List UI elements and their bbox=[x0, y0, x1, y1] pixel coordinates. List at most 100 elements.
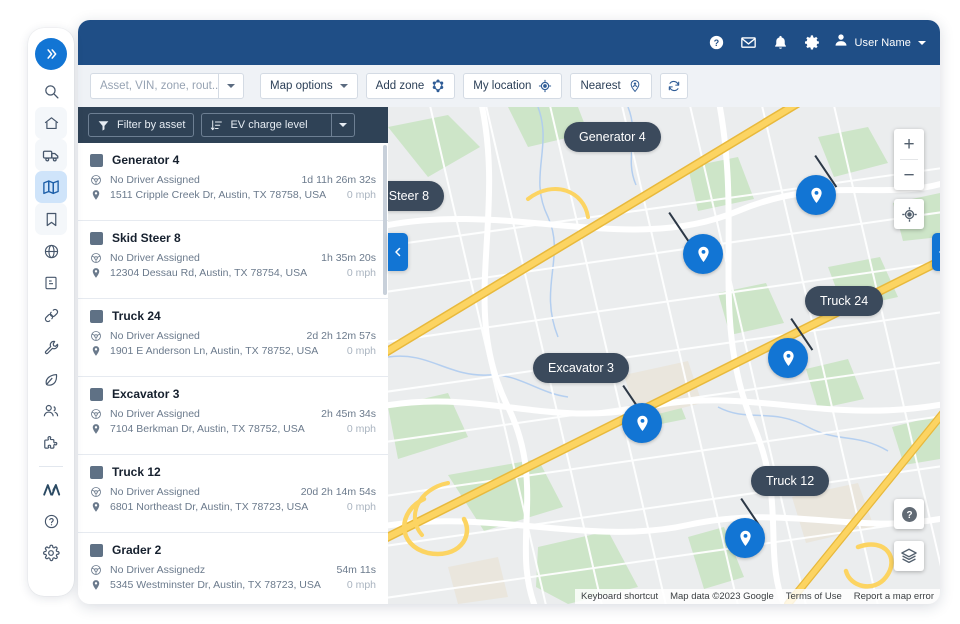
keyboard-shortcut-link[interactable]: Keyboard shortcut bbox=[575, 588, 665, 604]
person-pin-icon bbox=[628, 79, 642, 93]
list-item[interactable]: Skid Steer 8 No Driver Assigned 1h 35m 2… bbox=[78, 221, 388, 299]
driver-name: No Driver Assignedz bbox=[110, 564, 206, 576]
recenter-button[interactable] bbox=[894, 199, 924, 229]
map-layers-button[interactable] bbox=[894, 541, 924, 571]
asset-speed: 0 mph bbox=[346, 267, 376, 279]
report-map-error-link[interactable]: Report a map error bbox=[847, 588, 940, 604]
asset-list[interactable]: Generator 4 No Driver Assigned 1d 11h 26… bbox=[78, 143, 388, 604]
asset-address: 6801 Northeast Dr, Austin, TX 78723, USA bbox=[110, 501, 309, 513]
driver-name: No Driver Assigned bbox=[110, 252, 200, 264]
help-circle-icon[interactable]: ? bbox=[701, 28, 731, 58]
sort-by-button[interactable]: EV charge level bbox=[201, 113, 332, 137]
sidebar-item-drivers[interactable] bbox=[35, 395, 67, 427]
map-label[interactable]: Generator 4 bbox=[564, 122, 661, 152]
refresh-button[interactable] bbox=[659, 73, 688, 99]
sidebar-item-global[interactable] bbox=[35, 235, 67, 267]
search-dropdown-button[interactable] bbox=[218, 73, 244, 99]
search-input[interactable]: Asset, VIN, zone, rout... bbox=[90, 73, 221, 99]
map-canvas[interactable]: Generator 4 Skid Steer 8 Truck 24 Excava… bbox=[388, 107, 940, 604]
nearest-button[interactable]: Nearest bbox=[570, 73, 652, 99]
sidebar-item-sustainability[interactable] bbox=[35, 363, 67, 395]
map-pin-icon bbox=[90, 501, 105, 513]
steering-wheel-icon bbox=[90, 564, 105, 576]
asset-color-swatch bbox=[90, 387, 103, 401]
sidebar-item-help[interactable] bbox=[35, 505, 67, 537]
list-item[interactable]: Generator 4 No Driver Assigned 1d 11h 26… bbox=[78, 143, 388, 221]
asset-name: Truck 24 bbox=[112, 309, 161, 323]
sidebar-item-reports[interactable] bbox=[35, 267, 67, 299]
add-zone-label: Add zone bbox=[375, 80, 425, 92]
terms-of-use-link[interactable]: Terms of Use bbox=[779, 588, 848, 604]
filter-by-asset-button[interactable]: Filter by asset bbox=[88, 113, 195, 137]
map-help-button[interactable]: ? bbox=[894, 499, 924, 529]
steering-wheel-icon bbox=[90, 330, 105, 342]
asset-color-swatch bbox=[90, 465, 103, 479]
main-window: ? User Name Asset, VIN, zone, rout... Ma… bbox=[78, 20, 940, 604]
open-right-panel-button[interactable] bbox=[932, 233, 940, 271]
map-label[interactable]: Excavator 3 bbox=[533, 353, 630, 383]
asset-color-swatch bbox=[90, 309, 103, 323]
map-options-button[interactable]: Map options bbox=[260, 73, 358, 99]
app-root: ? User Name Asset, VIN, zone, rout... Ma… bbox=[0, 0, 960, 624]
sidebar-item-integrations[interactable] bbox=[35, 299, 67, 331]
driver-name: No Driver Assigned bbox=[110, 408, 200, 420]
map-marker[interactable] bbox=[796, 175, 836, 215]
bell-icon[interactable] bbox=[765, 28, 795, 58]
my-location-button[interactable]: My location bbox=[463, 73, 563, 99]
asset-speed: 0 mph bbox=[346, 345, 376, 357]
map-attribution: Keyboard shortcut Map data ©2023 Google … bbox=[388, 588, 940, 604]
map-options-label: Map options bbox=[270, 80, 333, 92]
steering-wheel-icon bbox=[90, 408, 105, 420]
map-pin-icon bbox=[90, 267, 105, 279]
asset-name: Grader 2 bbox=[112, 543, 162, 557]
list-item[interactable]: Truck 24 No Driver Assigned 2d 2h 12m 57… bbox=[78, 299, 388, 377]
asset-speed: 0 mph bbox=[346, 423, 376, 435]
user-menu[interactable]: User Name bbox=[833, 32, 926, 53]
list-item[interactable]: Excavator 3 No Driver Assigned 2h 45m 34… bbox=[78, 377, 388, 455]
add-zone-button[interactable]: Add zone bbox=[365, 73, 456, 99]
funnel-icon bbox=[97, 119, 110, 132]
sort-by-label: EV charge level bbox=[230, 119, 308, 131]
asset-color-swatch bbox=[90, 153, 103, 167]
list-item[interactable]: Grader 2 No Driver Assignedz 54m 11s 534… bbox=[78, 533, 388, 604]
map-label[interactable]: Truck 12 bbox=[751, 466, 830, 496]
sidebar-item-apps[interactable] bbox=[35, 427, 67, 459]
list-scrollbar[interactable] bbox=[383, 145, 387, 295]
avatar-icon bbox=[833, 32, 849, 53]
asset-speed: 0 mph bbox=[346, 501, 376, 513]
map-marker[interactable] bbox=[683, 234, 723, 274]
duration: 1d 11h 26m 32s bbox=[301, 174, 376, 186]
map-marker[interactable] bbox=[725, 518, 765, 558]
sidebar-item-bookmarks[interactable] bbox=[35, 203, 67, 235]
map-toolbar: Asset, VIN, zone, rout... Map options Ad… bbox=[78, 65, 940, 107]
sidebar-item-home[interactable] bbox=[35, 107, 67, 139]
chevron-down-icon[interactable] bbox=[918, 40, 926, 45]
gear-icon[interactable] bbox=[797, 28, 827, 58]
sidebar-item-search[interactable] bbox=[35, 75, 67, 107]
asset-color-swatch bbox=[90, 543, 103, 557]
chevron-down-icon bbox=[227, 84, 235, 88]
driver-name: No Driver Assigned bbox=[110, 486, 200, 498]
left-sidebar bbox=[28, 28, 74, 596]
collapse-list-panel-button[interactable] bbox=[388, 233, 408, 271]
sidebar-item-settings[interactable] bbox=[35, 537, 67, 569]
sidebar-item-map[interactable] bbox=[35, 171, 67, 203]
sidebar-item-brand-mark[interactable] bbox=[35, 473, 67, 505]
list-item[interactable]: Truck 12 No Driver Assigned 20d 2h 14m 5… bbox=[78, 455, 388, 533]
top-header-bar: ? User Name bbox=[78, 20, 940, 65]
map-marker[interactable] bbox=[622, 403, 662, 443]
map-label[interactable]: Truck 24 bbox=[805, 286, 884, 316]
polygon-zone-icon bbox=[431, 79, 445, 93]
duration: 2d 2h 12m 57s bbox=[306, 330, 376, 342]
envelope-icon[interactable] bbox=[733, 28, 763, 58]
sidebar-item-maintenance[interactable] bbox=[35, 331, 67, 363]
sidebar-expand-button[interactable] bbox=[35, 38, 67, 70]
zoom-in-button[interactable]: + bbox=[894, 129, 924, 159]
map-label[interactable]: Skid Steer 8 bbox=[388, 181, 445, 211]
driver-name: No Driver Assigned bbox=[110, 174, 200, 186]
zoom-out-button[interactable]: − bbox=[894, 160, 924, 190]
map-marker[interactable] bbox=[768, 338, 808, 378]
map-pin-icon bbox=[90, 423, 105, 435]
sort-dropdown-button[interactable] bbox=[331, 113, 356, 137]
sidebar-item-vehicles[interactable] bbox=[35, 139, 67, 171]
